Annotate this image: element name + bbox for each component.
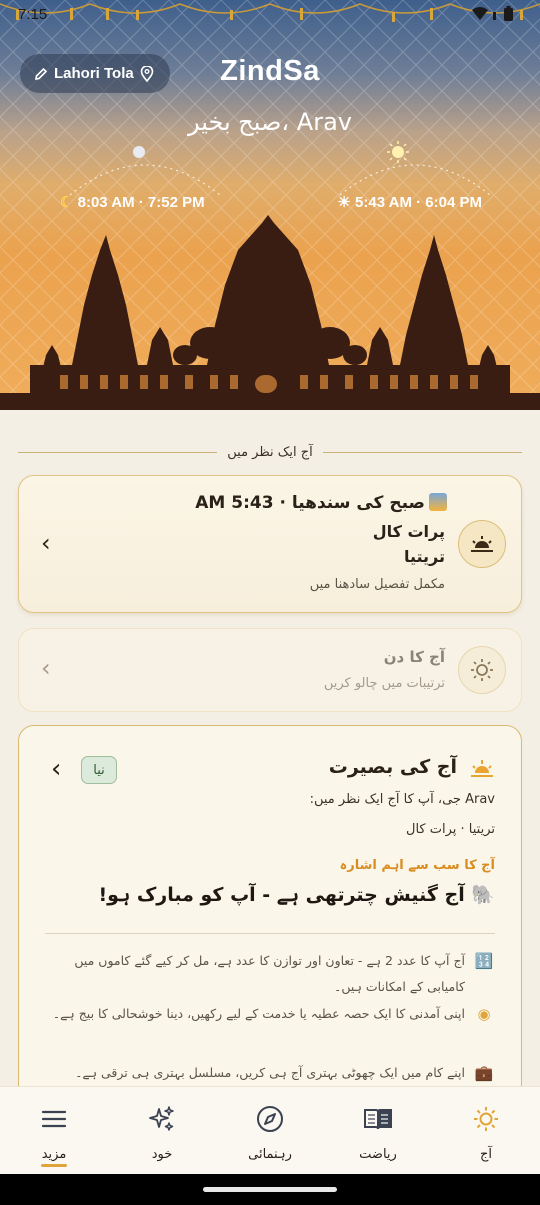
- active-indicator: [41, 1164, 67, 1167]
- insight-point: 🔢 آج آپ کا عدد 2 ہے - تعاون اور توازن کا…: [45, 948, 495, 1000]
- sunrise-icon: [471, 760, 493, 777]
- day-icon-badge: [458, 646, 506, 694]
- coin-icon: ◉: [477, 1005, 491, 1023]
- system-gesture-bar: [0, 1174, 540, 1205]
- sunrise-period: پرات کال: [372, 522, 445, 541]
- highlight-label: آج کا سب سے اہم اشارہ: [339, 858, 495, 873]
- insight-title-text: آج کی بصیرت: [328, 756, 457, 778]
- moon-times-text: 8:03 AM · 7:52 PM: [77, 194, 205, 211]
- moon-arc: [69, 146, 221, 196]
- sun-small-icon: ☀: [337, 194, 351, 211]
- battery-wifi-icon: [472, 6, 513, 21]
- crescent-icon: ☾: [60, 194, 74, 211]
- sunrise-icon: [471, 536, 493, 552]
- sun-outline-icon: [471, 659, 493, 681]
- chevron-left-icon[interactable]: ‹: [41, 529, 51, 557]
- sun-icon: [387, 141, 409, 163]
- nav-more[interactable]: مزید: [0, 1087, 108, 1174]
- nav-today[interactable]: آج: [432, 1087, 540, 1174]
- chevron-left-icon[interactable]: ‹: [41, 654, 51, 682]
- nav-guidance[interactable]: رہنمائی: [216, 1087, 324, 1174]
- chevron-left-icon[interactable]: ‹: [51, 754, 61, 784]
- home-indicator[interactable]: [203, 1187, 337, 1192]
- greeting-text: صبح بخیر، Arav: [188, 108, 352, 136]
- insight-point: 💼 اپنے کام میں ایک چھوٹی بہتری آج ہی کری…: [45, 1060, 495, 1086]
- insight-summary: تریتیا · پرات کال: [406, 822, 495, 837]
- elephant-icon: 🐘: [471, 884, 495, 906]
- nav-label: رہنمائی: [248, 1147, 292, 1162]
- nav-label: آج: [479, 1147, 492, 1162]
- sunrise-details-link[interactable]: مکمل تفصیل سادھنا میں: [310, 577, 445, 592]
- moon-times: ☾ 8:03 AM · 7:52 PM: [60, 193, 205, 211]
- sunrise-tithi: تریتیا: [403, 547, 445, 566]
- glance-section-header: آج ایک نظر میں: [18, 440, 523, 464]
- briefcase-icon: 💼: [474, 1064, 494, 1082]
- insight-divider: [45, 933, 495, 934]
- glance-title: آج ایک نظر میں: [227, 444, 313, 460]
- nav-label: مزید: [41, 1147, 67, 1162]
- insight-point: ◉ اپنی آمدنی کا ایک حصہ عطیہ یا خدمت کے …: [45, 1001, 495, 1027]
- sunrise-title-text: صبح کی سندھیا · 5:43 AM: [195, 493, 425, 513]
- nav-self[interactable]: خود: [108, 1087, 216, 1174]
- divider-right: [322, 451, 523, 453]
- compass-icon: [257, 1106, 283, 1132]
- highlight-message: آج گنیش چترتھی ہے - آپ کو مبارک ہو!: [98, 884, 465, 906]
- hero-banner: 7:15 Lahori Tola ZindSa صبح بخیر، Arav ☾…: [0, 0, 540, 410]
- menu-icon: [41, 1110, 67, 1128]
- bottom-navigation: آج ریاضت رہنمائی خود مزید: [0, 1086, 540, 1174]
- new-badge: نیا: [81, 756, 117, 784]
- nav-label: خود: [151, 1147, 173, 1162]
- insight-point-text: اپنی آمدنی کا ایک حصہ عطیہ یا خدمت کے لی…: [52, 1006, 465, 1021]
- status-time: 7:15: [18, 6, 48, 23]
- insight-greeting: Arav جی، آپ کا آج ایک نظر میں:: [309, 792, 495, 807]
- sun-times-text: 5:43 AM · 6:04 PM: [355, 194, 482, 211]
- highlight-text: 🐘 آج گنیش چترتھی ہے - آپ کو مبارک ہو!: [35, 883, 495, 906]
- status-bar: 7:15: [0, 0, 540, 32]
- sunrise-emoji-icon: [429, 493, 447, 511]
- app-brand: ZindSa: [220, 55, 320, 87]
- insight-title: آج کی بصیرت: [329, 756, 457, 778]
- status-icons: [470, 6, 522, 25]
- sun-times: ☀ 5:43 AM · 6:04 PM: [337, 193, 482, 211]
- sunrise-card[interactable]: ‹ صبح کی سندھیا · 5:43 AM پرات کال تریتی…: [18, 475, 522, 613]
- numbers-icon: 🔢: [474, 952, 494, 970]
- day-subtitle: ترتیبات میں چالو کریں: [323, 676, 445, 691]
- book-icon: [364, 1109, 392, 1130]
- sun-arc: [339, 141, 491, 196]
- nav-practice[interactable]: ریاضت: [324, 1087, 432, 1174]
- day-card[interactable]: ‹ آج کا دن ترتیبات میں چالو کریں: [18, 628, 522, 712]
- temple-silhouette: [0, 215, 540, 410]
- insight-point-text: آج آپ کا عدد 2 ہے - تعاون اور توازن کا ع…: [74, 953, 465, 994]
- insight-point-text: اپنے کام میں ایک چھوٹی بہتری آج ہی کریں،…: [75, 1065, 465, 1080]
- moon-icon: [133, 146, 145, 158]
- day-title: آج کا دن: [383, 648, 445, 666]
- nav-label: ریاضت: [359, 1147, 397, 1162]
- sunrise-title: صبح کی سندھیا · 5:43 AM: [195, 493, 447, 513]
- insight-card[interactable]: آج کی بصیرت نیا ‹ Arav جی، آپ کا آج ایک …: [18, 725, 522, 1105]
- sparkles-icon: [149, 1106, 174, 1131]
- divider-left: [18, 451, 218, 453]
- sun-icon: [474, 1107, 498, 1131]
- sunrise-icon-badge: [458, 520, 506, 568]
